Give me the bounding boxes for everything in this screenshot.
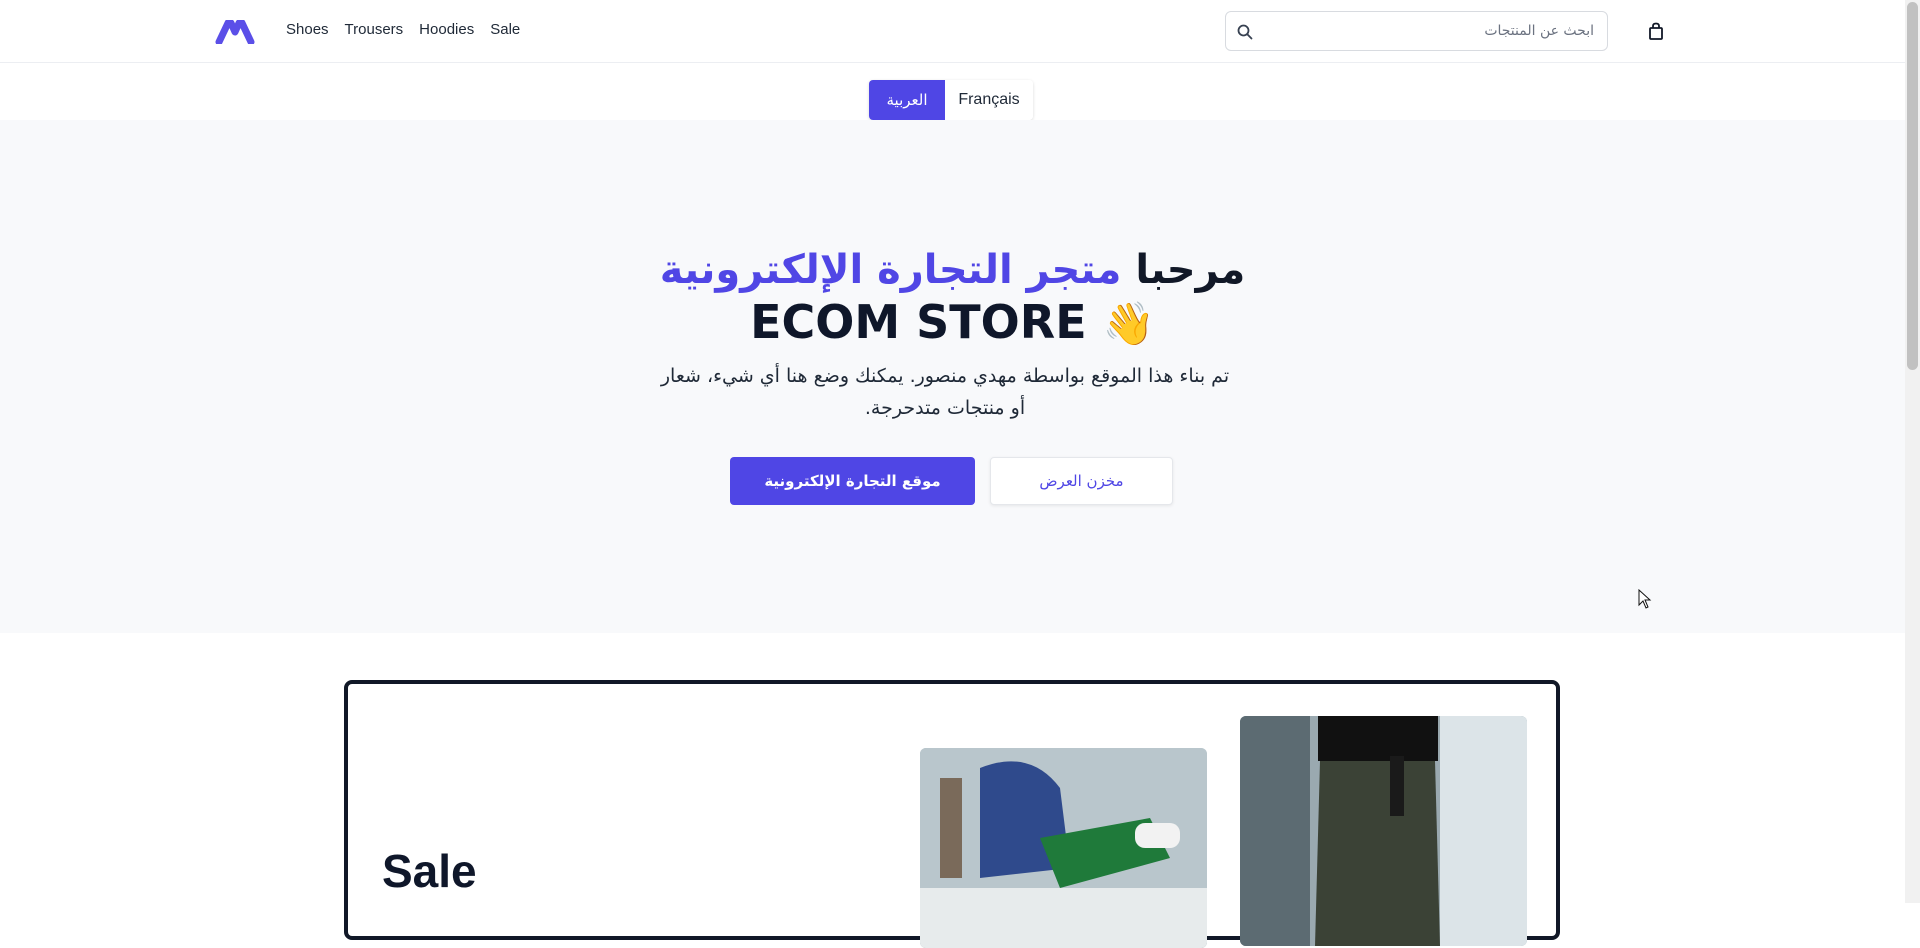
lang-arabic-button[interactable]: العربية [869, 80, 945, 120]
hero-title-accent: متجر التجارة الإلكترونية [659, 247, 1122, 293]
shopping-bag-icon[interactable] [1648, 22, 1664, 40]
hero-title-store: ECOM STORE 👋 [0, 295, 1905, 351]
product-image-trousers[interactable] [1240, 716, 1527, 946]
sale-title: Sale [382, 845, 477, 897]
mouse-cursor-icon [1638, 589, 1652, 609]
wave-hand-icon: 👋 [1102, 299, 1155, 348]
language-switch: العربية Français [869, 80, 1033, 120]
nav-link-shoes[interactable]: Shoes [286, 21, 329, 38]
logo-icon[interactable] [215, 20, 255, 44]
nav-link-sale[interactable]: Sale [490, 21, 520, 38]
nav-link-trousers[interactable]: Trousers [345, 21, 404, 38]
hero-store-name: ECOM STORE [750, 295, 1087, 349]
main-nav: Shoes Trousers Hoodies Sale [286, 21, 520, 38]
ecommerce-site-button[interactable]: موقع التجارة الإلكترونية [730, 457, 975, 505]
product-image-jacket[interactable] [920, 748, 1207, 948]
hero-subtitle: تم بناء هذا الموقع بواسطة مهدي منصور. يم… [660, 365, 1230, 419]
hero-title-plain: مرحبا [1135, 247, 1246, 293]
search-icon [1237, 24, 1253, 40]
lang-french-button[interactable]: Français [945, 80, 1033, 120]
search-box[interactable] [1225, 11, 1608, 51]
site-header: Shoes Trousers Hoodies Sale [0, 0, 1905, 63]
product-photo-trousers [1240, 716, 1527, 946]
page-scrollbar-thumb[interactable] [1907, 2, 1918, 370]
product-photo-jacket [920, 748, 1207, 948]
hero-title: مرحبا متجر التجارة الإلكترونية [0, 245, 1905, 295]
nav-link-hoodies[interactable]: Hoodies [419, 21, 474, 38]
search-input[interactable] [1264, 18, 1594, 44]
showcase-store-button[interactable]: مخزن العرض [990, 457, 1173, 505]
sale-section: Sale [344, 680, 1560, 948]
hero-section: مرحبا متجر التجارة الإلكترونية ECOM STOR… [0, 120, 1905, 633]
